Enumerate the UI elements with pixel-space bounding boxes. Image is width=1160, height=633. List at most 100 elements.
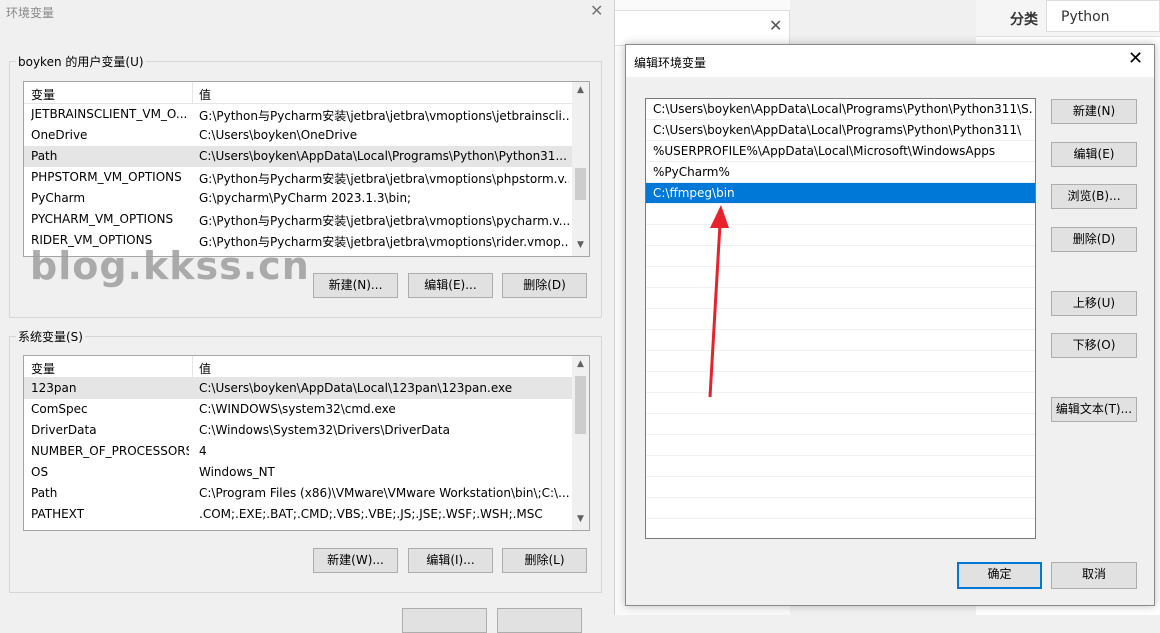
vertical-scrollbar[interactable]: ▲ ▼ xyxy=(572,356,589,530)
list-header: 变量 值 xyxy=(24,356,572,378)
column-header-value[interactable]: 值 xyxy=(199,360,211,377)
user-vars-label: boyken 的用户变量(U) xyxy=(16,53,146,70)
empty-row xyxy=(646,519,1035,538)
env-vars-dialog: 环境变量 ✕ boyken 的用户变量(U) 变量 值 JETBRAINSCLI… xyxy=(0,0,615,633)
system-new-button[interactable]: 新建(W)... xyxy=(313,548,398,573)
category-value: Python xyxy=(1061,9,1110,25)
system-edit-button[interactable]: 编辑(I)... xyxy=(408,548,493,573)
column-header-value[interactable]: 值 xyxy=(199,86,211,103)
variable-value: C:\Program Files (x86)\VMware\VMware Wor… xyxy=(199,486,569,500)
variable-value: C:\Users\boyken\AppData\Local\123pan\123… xyxy=(199,381,513,395)
system-vars-list[interactable]: 变量 值 123pan C:\Users\boyken\AppData\Local… xyxy=(23,355,590,531)
table-row[interactable]: 123pan C:\Users\boyken\AppData\Local\123p… xyxy=(24,378,572,399)
user-edit-button[interactable]: 编辑(E)... xyxy=(408,273,493,298)
close-icon[interactable]: ✕ xyxy=(1128,49,1143,69)
table-row[interactable]: PYCHARM_VM_OPTIONS G:\Python与Pycharm安装\je… xyxy=(24,209,572,230)
move-up-button[interactable]: 上移(U) xyxy=(1051,291,1137,316)
scroll-thumb[interactable] xyxy=(575,376,586,434)
variable-value: C:\Windows\System32\Drivers\DriverData xyxy=(199,423,450,437)
path-entry-text: C:\Users\boyken\AppData\Local\Programs\P… xyxy=(653,123,1022,137)
category-select[interactable]: Python xyxy=(1046,0,1160,32)
table-row[interactable]: PyCharm G:\pycharm\PyCharm 2023.1.3\bin; xyxy=(24,188,572,209)
variable-name: 123pan xyxy=(31,381,77,395)
table-row[interactable]: DriverData C:\Windows\System32\Drivers\Dr… xyxy=(24,420,572,441)
variable-value: 4 xyxy=(199,444,207,458)
path-entry[interactable]: C:\Users\boyken\AppData\Local\Programs\P… xyxy=(646,99,1035,120)
variable-name: NUMBER_OF_PROCESSORS xyxy=(31,444,189,458)
browse-button[interactable]: 浏览(B)... xyxy=(1051,184,1137,209)
empty-row xyxy=(646,477,1035,498)
watermark-text: blog.kkss.cn xyxy=(30,244,310,288)
variable-name: DriverData xyxy=(31,423,97,437)
table-row[interactable]: Path C:\Users\boyken\AppData\Local\Progra… xyxy=(24,146,572,167)
background-dialog-close-icon[interactable]: ✕ xyxy=(769,16,782,35)
variable-name: Path xyxy=(31,486,58,500)
list-header: 变量 值 xyxy=(24,82,572,104)
edit-text-button[interactable]: 编辑文本(T)... xyxy=(1051,397,1137,422)
ok-button[interactable]: 确定 xyxy=(957,562,1042,589)
close-icon[interactable]: ✕ xyxy=(590,2,603,20)
table-row[interactable]: Path C:\Program Files (x86)\VMware\VMware… xyxy=(24,483,572,504)
variable-name: PYCHARM_VM_OPTIONS xyxy=(31,212,174,226)
table-row[interactable]: PATHEXT .COM;.EXE;.BAT;.CMD;.VBS;.VBE;.JS… xyxy=(24,504,572,525)
path-entry-text: C:\Users\boyken\AppData\Local\Programs\P… xyxy=(653,102,1033,116)
dialog-title: 环境变量 xyxy=(6,6,55,20)
edit-button[interactable]: 编辑(E) xyxy=(1051,142,1137,167)
delete-button[interactable]: 删除(D) xyxy=(1051,227,1137,252)
empty-row xyxy=(646,414,1035,435)
variable-name: Path xyxy=(31,149,58,163)
table-row[interactable]: JETBRAINSCLIENT_VM_O... G:\Python与Pycharm… xyxy=(24,104,572,125)
user-delete-button[interactable]: 删除(D) xyxy=(502,273,587,298)
scroll-up-icon[interactable]: ▲ xyxy=(572,85,589,95)
variable-value: .COM;.EXE;.BAT;.CMD;.VBS;.VBE;.JS;.JSE;.… xyxy=(199,507,543,521)
variable-value: C:\Users\boyken\OneDrive xyxy=(199,128,358,142)
cancel-button[interactable]: 取消 xyxy=(1051,562,1137,589)
variable-value: C:\Users\boyken\AppData\Local\Programs\P… xyxy=(199,149,567,163)
variable-name: OS xyxy=(31,465,49,479)
scroll-up-icon[interactable]: ▲ xyxy=(572,359,589,369)
variable-name: ComSpec xyxy=(31,402,88,416)
empty-row xyxy=(646,435,1035,456)
variable-name: PHPSTORM_VM_OPTIONS xyxy=(31,170,182,184)
table-row[interactable]: ComSpec C:\WINDOWS\system32\cmd.exe xyxy=(24,399,572,420)
annotation-arrow xyxy=(708,205,729,398)
move-down-button[interactable]: 下移(O) xyxy=(1051,333,1137,358)
path-entry-text: C:\ffmpeg\bin xyxy=(653,186,735,200)
variable-name: OneDrive xyxy=(31,128,88,142)
vertical-scrollbar[interactable]: ▲ ▼ xyxy=(572,82,589,256)
system-delete-button[interactable]: 删除(L) xyxy=(502,548,587,573)
variable-name: JETBRAINSCLIENT_VM_O... xyxy=(31,107,188,121)
table-row[interactable]: OneDrive C:\Users\boyken\OneDrive xyxy=(24,125,572,146)
user-vars-list[interactable]: 变量 值 JETBRAINSCLIENT_VM_O... G:\Python与Py… xyxy=(23,81,590,257)
variable-value: G:\Python与Pycharm安装\jetbra\jetbra\vmopti… xyxy=(199,109,569,123)
scroll-down-icon[interactable]: ▼ xyxy=(572,240,589,250)
user-new-button[interactable]: 新建(N)... xyxy=(313,273,398,298)
empty-row xyxy=(646,456,1035,477)
arrow-head xyxy=(710,205,729,228)
path-entry-text: %USERPROFILE%\AppData\Local\Microsoft\Wi… xyxy=(653,144,996,158)
column-header-variable[interactable]: 变量 xyxy=(31,360,55,377)
table-row[interactable]: OS Windows_NT xyxy=(24,462,572,483)
variable-name: PATHEXT xyxy=(31,507,85,521)
system-vars-label: 系统变量(S) xyxy=(16,328,85,345)
scroll-down-icon[interactable]: ▼ xyxy=(572,514,589,524)
env-ok-button[interactable] xyxy=(402,608,487,633)
path-entry[interactable]: %PyCharm% xyxy=(646,162,1035,183)
scroll-thumb[interactable] xyxy=(575,168,586,200)
empty-row xyxy=(646,498,1035,519)
path-entry-text: %PyCharm% xyxy=(653,165,730,179)
category-label: 分类 xyxy=(1010,12,1038,28)
column-header-variable[interactable]: 变量 xyxy=(31,86,55,103)
table-row[interactable]: NUMBER_OF_PROCESSORS 4 xyxy=(24,441,572,462)
variable-value: G:\pycharm\PyCharm 2023.1.3\bin; xyxy=(199,191,412,205)
variable-value: C:\WINDOWS\system32\cmd.exe xyxy=(199,402,396,416)
variable-name: PyCharm xyxy=(31,191,86,205)
path-entry[interactable]: %USERPROFILE%\AppData\Local\Microsoft\Wi… xyxy=(646,141,1035,162)
path-entry[interactable]: C:\Users\boyken\AppData\Local\Programs\P… xyxy=(646,120,1035,141)
variable-value: G:\Python与Pycharm安装\jetbra\jetbra\vmopti… xyxy=(199,172,569,186)
edit-dialog-title: 编辑环境变量 xyxy=(634,56,707,70)
new-button[interactable]: 新建(N) xyxy=(1051,99,1137,124)
table-row[interactable]: PHPSTORM_VM_OPTIONS G:\Python与Pycharm安装\j… xyxy=(24,167,572,188)
env-cancel-button[interactable] xyxy=(497,608,582,633)
variable-value: Windows_NT xyxy=(199,465,275,479)
